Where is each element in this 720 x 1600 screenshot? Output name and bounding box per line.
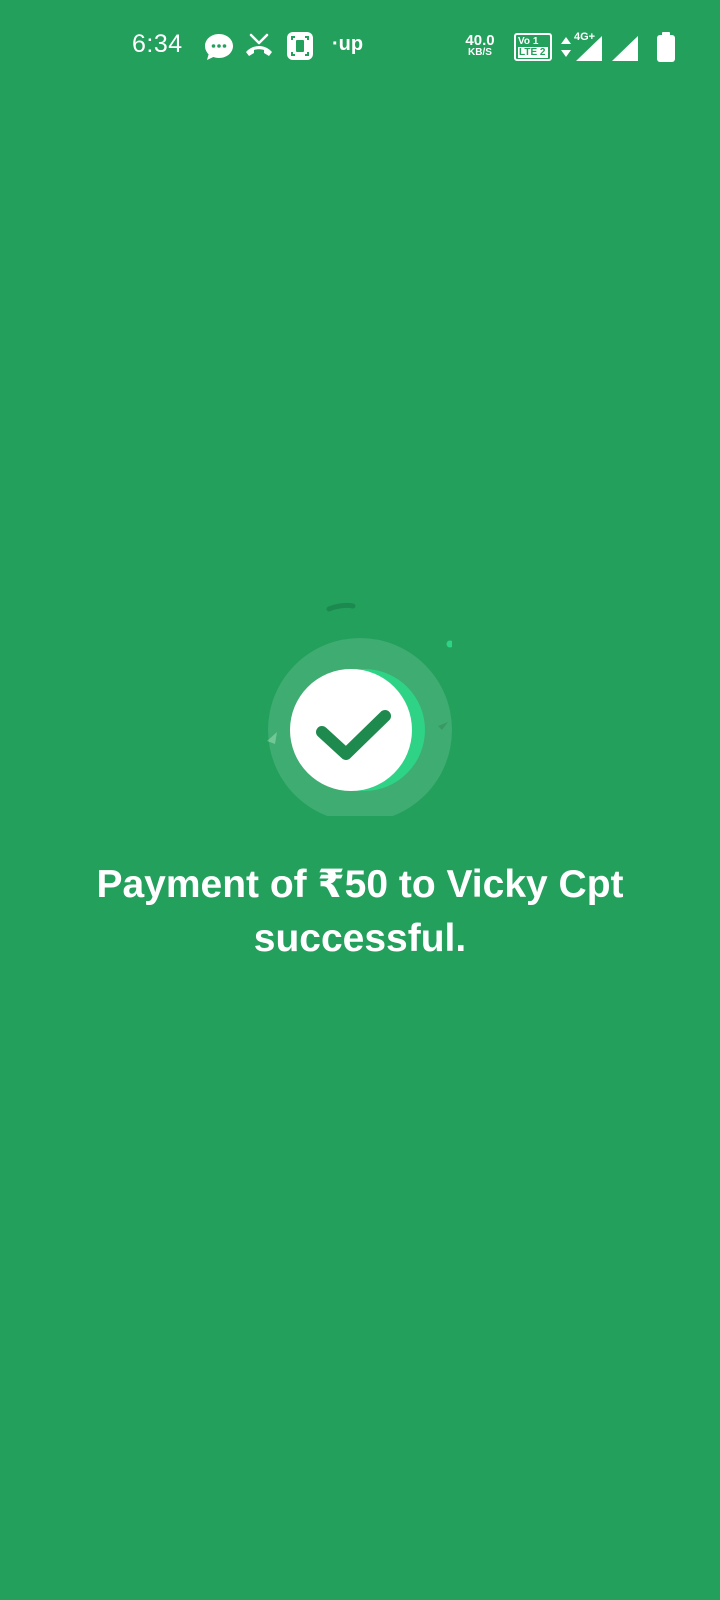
network-speed: 40.0 KB/S xyxy=(460,33,500,58)
success-circle xyxy=(290,669,412,791)
confetti-dash xyxy=(326,602,356,612)
data-arrows-icon xyxy=(561,37,571,57)
screenshot-icon xyxy=(287,32,313,60)
network-speed-value: 40.0 xyxy=(465,32,495,49)
payment-message-line-2: successful. xyxy=(253,917,467,960)
success-illustration xyxy=(267,602,454,822)
payment-message-line-1: Payment of ₹50 to Vicky Cpt xyxy=(96,863,624,906)
missed-call-icon xyxy=(246,33,272,56)
payment-success-graphic xyxy=(262,596,454,822)
volte-badge: Vo 1 LTE 2 xyxy=(514,33,552,61)
confetti-dot xyxy=(446,640,454,648)
lte-label: LTE 2 xyxy=(518,47,548,58)
status-bar: 6:34 ·up 40.0 KB/S Vo 1 LTE 2 4G+ xyxy=(0,0,720,96)
signal-icon xyxy=(576,36,602,61)
volte-label: Vo 1 xyxy=(518,36,539,47)
status-time: 6:34 xyxy=(132,30,183,58)
messages-icon xyxy=(205,34,233,60)
battery-icon xyxy=(657,32,675,62)
network-speed-unit: KB/S xyxy=(468,47,492,58)
app-notification-label: ·up xyxy=(332,33,364,55)
signal-icon xyxy=(612,36,638,61)
payment-success-message: Payment of ₹50 to Vicky Cpt successful. xyxy=(40,858,680,966)
